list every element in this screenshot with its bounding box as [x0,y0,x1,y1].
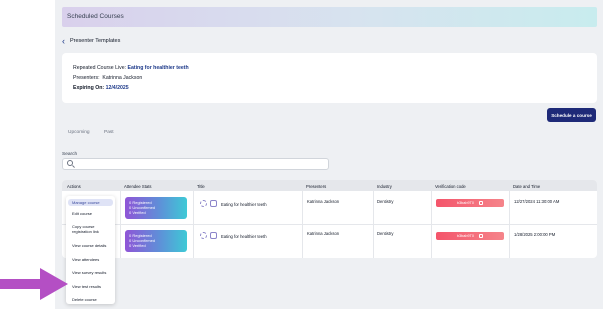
menu-item-delete-course[interactable]: Delete course [72,297,97,302]
repeat-icon [200,232,207,239]
menu-item-view-course-details[interactable]: View course details [72,243,106,248]
tab-upcoming[interactable]: Upcoming [68,130,90,135]
course-icon [210,232,217,239]
repeat-icon [200,200,207,207]
content-panel [55,0,603,309]
menu-item-edit-course[interactable]: Edit course [72,211,92,216]
actions-dropdown-menu: Manage course Edit course Copy course re… [66,196,115,304]
menu-item-manage-course[interactable]: Manage course [68,199,113,206]
menu-item-view-survey-results[interactable]: View survey results [72,270,106,275]
verification-code-badge[interactable]: b3bab9T0 [436,232,504,240]
course-title-link[interactable]: Eating for healthier teeth [128,65,189,71]
courses-table: Actions Attendee Stats Title Presenters … [62,180,597,258]
header-title: Title [197,184,205,189]
row-title[interactable]: Eating for healthier teeth [221,234,267,239]
course-summary-card: Repeated Course Live: Eating for healthi… [62,53,597,103]
row-industry: Dentistry [377,199,394,204]
presenters-line: Presenters: Katrinna Jackson [73,75,143,81]
expiring-line: Expiring On: 12/4/2025 [73,85,129,91]
row-datetime: 1/28/2025 2:00:00 PM [514,232,556,237]
header-presenters: Presenters [306,184,327,189]
row-datetime: 12/27/2024 11:30:00 AM [514,199,560,204]
header-date-time: Date and Time [513,184,541,189]
page-title: Scheduled Courses [67,13,124,20]
repeated-course-line: Repeated Course Live: Eating for healthi… [73,65,189,71]
row-divider [62,224,597,225]
row-industry: Dentistry [377,231,394,236]
copy-icon [479,201,484,205]
chevron-left-icon: ‹ [62,36,65,46]
menu-item-copy-registration-link[interactable]: Copy course registration link [72,224,112,234]
attendee-stats-badge[interactable]: 0 Registered 0 Unconfirmed 0 Verified [125,197,187,219]
schedule-course-button[interactable]: Schedule a course [547,108,596,122]
header-actions: Actions [67,184,81,189]
row-title[interactable]: Eating for healthier teeth [221,202,267,207]
tab-past[interactable]: Past [104,130,114,135]
copy-icon [479,234,484,238]
search-label: Search [62,152,78,157]
back-label: Presenter Templates [70,38,121,44]
page-header: Scheduled Courses [62,7,597,27]
column-divider [373,180,374,258]
back-link[interactable]: ‹ Presenter Templates [62,36,121,46]
menu-item-view-attendees[interactable]: View attendees [72,257,99,262]
attendee-stats-badge[interactable]: 0 Registered 0 Unconfirmed 0 Verified [125,230,187,252]
search-input[interactable] [62,158,329,170]
column-divider [193,180,194,258]
verification-code-badge[interactable]: b3bab9T0 [436,199,504,207]
header-industry: Industry [377,184,392,189]
row-presenters: Katrinna Jackson [307,231,340,236]
menu-item-view-test-results[interactable]: View test results [72,284,101,289]
arrow-right-icon [0,268,68,300]
column-divider [120,180,121,258]
header-attendee-stats: Attendee Stats [124,184,152,189]
column-divider [509,180,510,258]
search-icon [67,160,73,166]
course-icon [210,200,217,207]
header-verification-code: Verification code [435,184,466,189]
row-presenters: Katrinna Jackson [307,199,340,204]
table-header: Actions Attendee Stats Title Presenters … [62,180,597,191]
column-divider [302,180,303,258]
column-divider [431,180,432,258]
